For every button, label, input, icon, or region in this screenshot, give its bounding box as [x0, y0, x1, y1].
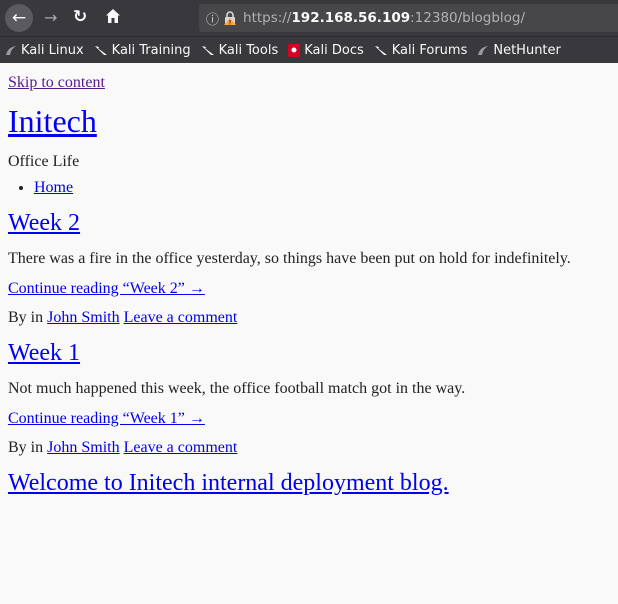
reload-icon: ↻ — [73, 7, 88, 27]
post-week-2: Week 2 There was a fire in the office ye… — [8, 209, 610, 327]
info-icon[interactable]: ⓘ — [206, 9, 219, 28]
post-title[interactable]: Week 1 — [8, 339, 610, 368]
arrow-right-icon: → — [44, 8, 58, 27]
author-link[interactable]: John Smith — [47, 439, 119, 456]
author-link[interactable]: John Smith — [47, 309, 119, 326]
bookmark-nethunter[interactable]: NetHunter — [477, 43, 561, 58]
bookmark-label: Kali Linux — [21, 42, 84, 58]
site-title[interactable]: Initech — [8, 102, 610, 140]
bookmark-kali-linux[interactable]: Kali Linux — [5, 43, 84, 58]
reload-button[interactable]: ↻ — [73, 7, 87, 27]
nav-link-home[interactable]: Home — [34, 179, 73, 196]
post-meta: By in John Smith Leave a comment — [8, 439, 610, 457]
url-path: :12380/blogblog/ — [410, 10, 526, 26]
post-title[interactable]: Welcome to Initech internal deployment b… — [8, 469, 610, 498]
kali-dragon-icon — [374, 46, 387, 55]
kali-dragon-icon — [6, 46, 16, 55]
url-host: 192.168.56.109 — [291, 10, 411, 26]
site-description: Office Life — [8, 153, 80, 171]
back-button[interactable]: ← — [5, 4, 33, 32]
post-title[interactable]: Week 2 — [8, 209, 610, 238]
leave-comment-link[interactable]: Leave a comment — [124, 309, 238, 326]
bookmark-kali-docs[interactable]: Kali Docs — [288, 43, 364, 58]
post-meta: By in John Smith Leave a comment — [8, 309, 610, 327]
skip-to-content-link[interactable]: Skip to content — [8, 74, 610, 92]
home-button[interactable] — [103, 6, 123, 26]
bookmark-kali-training[interactable]: Kali Training — [94, 43, 191, 58]
insecure-lock-icon[interactable] — [223, 10, 237, 26]
navigation-toolbar: ← → ↻ ⓘ https:// 192.168.56.109 :12380/b… — [0, 0, 618, 36]
kali-dragon-icon — [201, 46, 214, 55]
bookmark-label: Kali Docs — [304, 42, 364, 58]
arrow-left-icon: ← — [11, 8, 27, 28]
url-scheme: https:// — [243, 10, 292, 26]
kali-dragon-icon — [478, 46, 489, 55]
post-byline: By in — [8, 438, 44, 456]
post-byline: By in — [8, 309, 44, 327]
page-content: Skip to content Initech Office Life Home… — [0, 74, 618, 498]
post-excerpt: There was a fire in the office yesterday… — [8, 250, 571, 268]
post-excerpt: Not much happened this week, the office … — [8, 379, 466, 397]
leave-comment-link[interactable]: Leave a comment — [124, 439, 238, 456]
bookmarks-toolbar: Kali Linux Kali Training Kali Tools Kali… — [0, 36, 618, 63]
browser-chrome: ← → ↻ ⓘ https:// 192.168.56.109 :12380/b… — [0, 0, 618, 63]
continue-reading-link[interactable]: Continue reading “Week 1” → — [8, 410, 610, 428]
bookmark-label: NetHunter — [493, 42, 561, 58]
nav-item-home: Home — [34, 179, 610, 197]
kali-dragon-icon — [94, 46, 107, 55]
bookmark-kali-forums[interactable]: Kali Forums — [374, 42, 468, 58]
bookmark-label: Kali Forums — [391, 42, 468, 58]
post-week-1: Week 1 Not much happened this week, the … — [8, 339, 610, 457]
bookmark-kali-tools[interactable]: Kali Tools — [201, 42, 279, 58]
post-welcome: Welcome to Initech internal deployment b… — [8, 469, 610, 498]
site-navigation: Home — [8, 179, 610, 197]
home-icon — [106, 9, 120, 23]
bookmark-label: Kali Training — [111, 42, 191, 58]
url-bar[interactable]: ⓘ https:// 192.168.56.109 :12380/blogblo… — [199, 4, 618, 32]
continue-reading-link[interactable]: Continue reading “Week 2” → — [8, 280, 610, 298]
kali-docs-icon — [288, 43, 301, 57]
forward-button[interactable]: → — [44, 8, 57, 27]
bookmark-label: Kali Tools — [218, 42, 279, 58]
